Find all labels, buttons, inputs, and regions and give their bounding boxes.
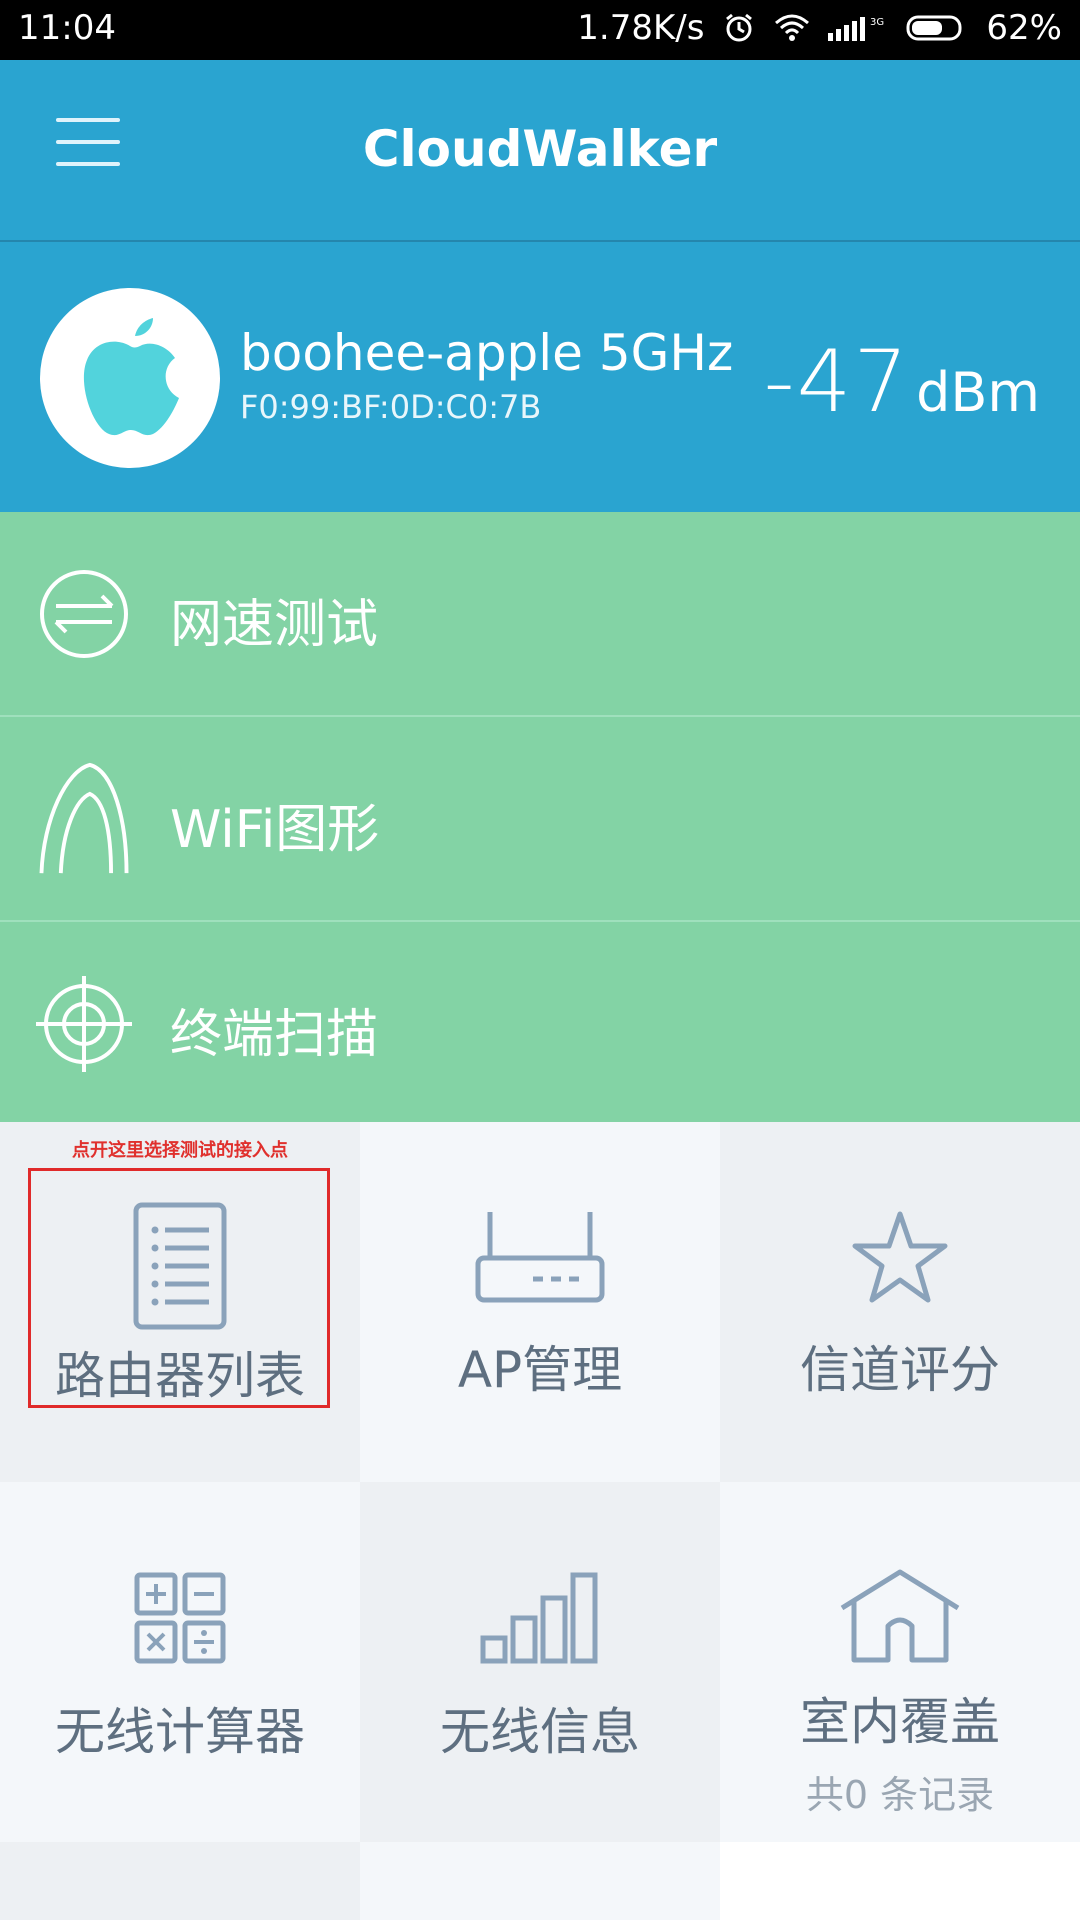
menu-item-wifi-graph[interactable]: WiFi图形 [0,717,1080,922]
menu-item-label: WiFi图形 [170,800,380,860]
menu-item-label: 网速测试 [170,595,379,655]
tile-label: 路由器列表 [55,1347,305,1405]
wifi-ssid: boohee-apple 5GHz [240,324,734,382]
network-type: 3G 1X [870,17,888,28]
signal-bars-icon [480,1572,598,1664]
status-time: 11:04 [18,8,116,48]
signal-value: -47 [763,332,911,432]
house-icon [840,1569,960,1663]
menu-item-terminal-scan[interactable]: 终端扫描 [0,922,1080,1125]
app-title: CloudWalker [362,120,718,178]
app-bar: CloudWalker [0,60,1080,242]
wifi-bssid: F0:99:BF:0D:C0:7B [240,388,542,426]
battery-icon [906,14,966,42]
tile-placeholder [360,1842,720,1920]
status-right: 1.78K/s 3G 1X 62% [577,8,1062,48]
battery-percent: 62% [986,8,1062,48]
tile-ap-manage[interactable]: AP管理 [360,1122,720,1482]
tile-label: AP管理 [457,1341,623,1399]
tools-grid: 点开这里选择测试的接入点 路由器列表 AP管理 信道评分 无线计算器 无线信息 … [0,1122,1080,1920]
list-doc-icon [133,1202,227,1330]
tile-placeholder [720,1842,1080,1920]
apple-icon [40,288,220,468]
alarm-icon [722,11,756,45]
wifi-graph-icon [39,762,129,874]
menu-item-label: 终端扫描 [170,1005,379,1065]
tile-label: 无线信息 [440,1703,640,1761]
cell-signal-icon: 3G 1X [828,13,888,43]
wifi-icon [774,13,810,43]
tile-label: 信道评分 [800,1341,1000,1399]
tile-router-list[interactable]: 点开这里选择测试的接入点 路由器列表 [0,1122,360,1482]
router-icon [475,1212,605,1303]
hint-text: 点开这里选择测试的接入点 [72,1140,288,1161]
menu-item-speed-test[interactable]: 网速测试 [0,512,1080,717]
connected-wifi-card[interactable]: boohee-apple 5GHz F0:99:BF:0D:C0:7B -47 … [0,242,1080,512]
net-speed: 1.78K/s [577,8,705,48]
target-scan-icon [36,976,132,1072]
tile-sub-label: 共0 条记录 [805,1773,995,1817]
feature-menu: 网速测试 WiFi图形 终端扫描 [0,512,1080,1122]
tile-wireless-info[interactable]: 无线信息 [360,1482,720,1842]
tile-channel-score[interactable]: 信道评分 [720,1122,1080,1482]
tile-wireless-calculator[interactable]: 无线计算器 [0,1482,360,1842]
tile-label: 无线计算器 [55,1703,305,1761]
tile-label: 室内覆盖 [800,1693,1000,1751]
speed-test-icon [40,570,128,658]
tile-indoor-coverage[interactable]: 室内覆盖 共0 条记录 [720,1482,1080,1842]
signal-strength: -47 dBm [764,332,1040,432]
status-bar: 11:04 1.78K/s 3G 1X 62% [0,0,1080,60]
calculator-icon [134,1572,226,1664]
signal-unit: dBm [916,361,1040,424]
star-icon [852,1211,948,1303]
tile-placeholder [0,1842,360,1920]
